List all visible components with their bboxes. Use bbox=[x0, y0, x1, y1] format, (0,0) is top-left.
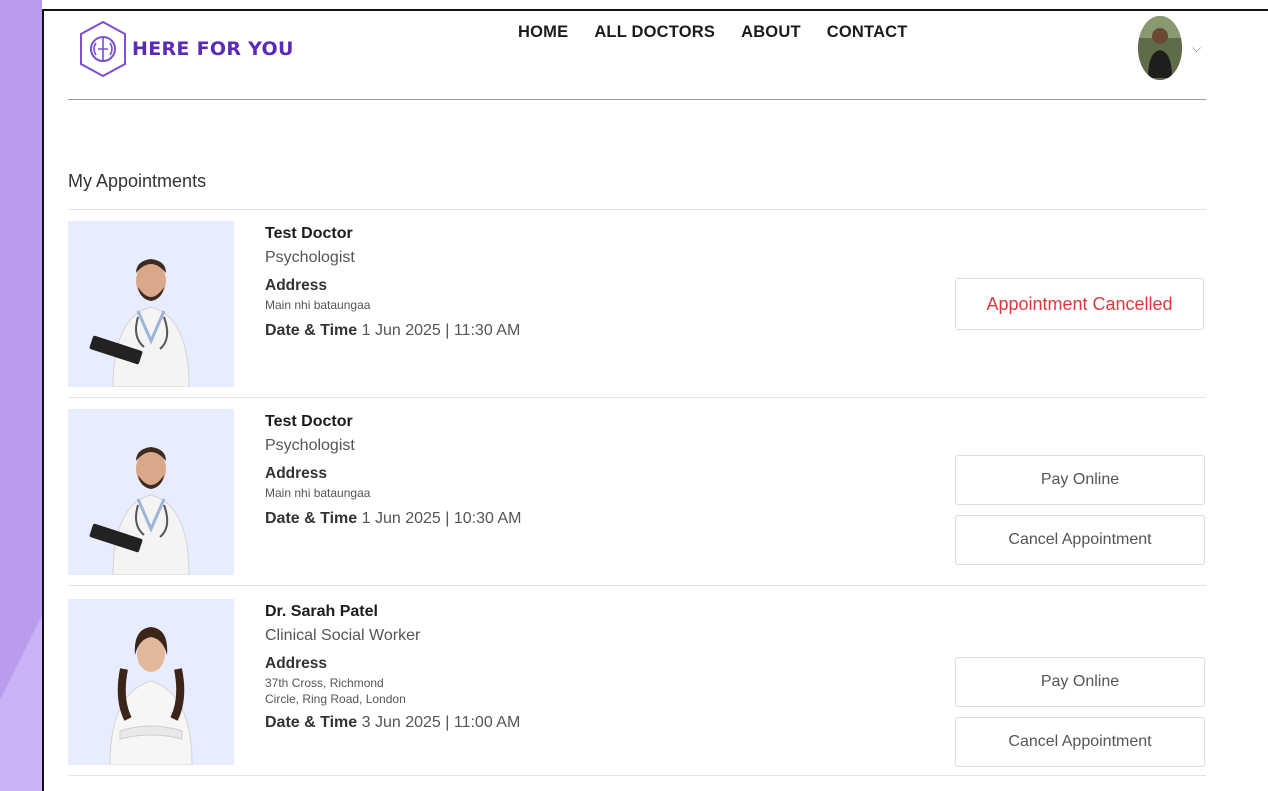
page: HERE FOR YOU HOME ALL DOCTORS ABOUT CONT… bbox=[44, 11, 1268, 791]
address-label: Address bbox=[265, 277, 328, 294]
appointment-datetime: Date & Time 3 Jun 2025 | 11:00 AM bbox=[265, 714, 520, 732]
nav-about[interactable]: ABOUT bbox=[741, 23, 801, 42]
profile-menu[interactable]: ⌵ bbox=[1138, 16, 1201, 80]
address-line: 37th Cross, Richmond bbox=[265, 676, 384, 690]
pay-online-button[interactable]: Pay Online bbox=[955, 455, 1205, 505]
avatar bbox=[1138, 16, 1182, 80]
doctor-speciality: Clinical Social Worker bbox=[265, 627, 421, 644]
appointment-datetime: Date & Time 1 Jun 2025 | 11:30 AM bbox=[265, 322, 520, 340]
datetime-value: 1 Jun 2025 | 11:30 AM bbox=[361, 322, 521, 339]
doctor-speciality: Psychologist bbox=[265, 249, 355, 266]
appointment-info: Test Doctor Psychologist Address Main nh… bbox=[265, 225, 520, 340]
datetime-value: 3 Jun 2025 | 11:00 AM bbox=[361, 714, 521, 731]
nav-all-doctors[interactable]: ALL DOCTORS bbox=[594, 23, 715, 42]
appointment-card: Test Doctor Psychologist Address Main nh… bbox=[68, 210, 1206, 398]
datetime-label: Date & Time bbox=[265, 510, 358, 527]
address-line: Main nhi bataungaa bbox=[265, 486, 371, 500]
cancel-appointment-button[interactable]: Cancel Appointment bbox=[955, 717, 1205, 767]
chevron-down-icon: ⌵ bbox=[1192, 40, 1202, 55]
decorative-triangle bbox=[0, 615, 42, 791]
datetime-label: Date & Time bbox=[265, 714, 358, 731]
doctor-name: Test Doctor bbox=[265, 225, 353, 242]
doctor-photo bbox=[68, 599, 234, 765]
nav-home[interactable]: HOME bbox=[518, 23, 568, 42]
page-title: My Appointments bbox=[68, 171, 207, 191]
main-nav: HOME ALL DOCTORS ABOUT CONTACT bbox=[518, 23, 908, 42]
doctor-speciality: Psychologist bbox=[265, 437, 355, 454]
address-line: Circle, Ring Road, London bbox=[265, 692, 406, 706]
appointment-info: Test Doctor Psychologist Address Main nh… bbox=[265, 413, 521, 528]
appointment-datetime: Date & Time 1 Jun 2025 | 10:30 AM bbox=[265, 510, 521, 528]
cancel-appointment-button[interactable]: Cancel Appointment bbox=[955, 515, 1205, 565]
address-label: Address bbox=[265, 465, 328, 482]
brand-logo[interactable]: HERE FOR YOU bbox=[78, 19, 294, 79]
pay-online-button[interactable]: Pay Online bbox=[955, 657, 1205, 707]
brand-name: HERE FOR YOU bbox=[132, 38, 294, 60]
nav-contact[interactable]: CONTACT bbox=[827, 23, 908, 42]
appointment-card: Test Doctor Psychologist Address Main nh… bbox=[68, 398, 1206, 586]
address-label: Address bbox=[265, 655, 328, 672]
doctor-photo bbox=[68, 409, 234, 575]
doctor-photo bbox=[68, 221, 234, 387]
address-line: Main nhi bataungaa bbox=[265, 298, 371, 312]
appointment-cancelled-button[interactable]: Appointment Cancelled bbox=[955, 278, 1204, 330]
doctor-name: Test Doctor bbox=[265, 413, 353, 430]
doctor-name: Dr. Sarah Patel bbox=[265, 603, 378, 620]
header-divider bbox=[68, 99, 1206, 100]
appointment-info: Dr. Sarah Patel Clinical Social Worker A… bbox=[265, 603, 520, 732]
datetime-label: Date & Time bbox=[265, 322, 358, 339]
brain-hexagon-icon bbox=[80, 20, 126, 78]
datetime-value: 1 Jun 2025 | 10:30 AM bbox=[361, 510, 522, 527]
appointment-card: Dr. Sarah Patel Clinical Social Worker A… bbox=[68, 588, 1206, 776]
